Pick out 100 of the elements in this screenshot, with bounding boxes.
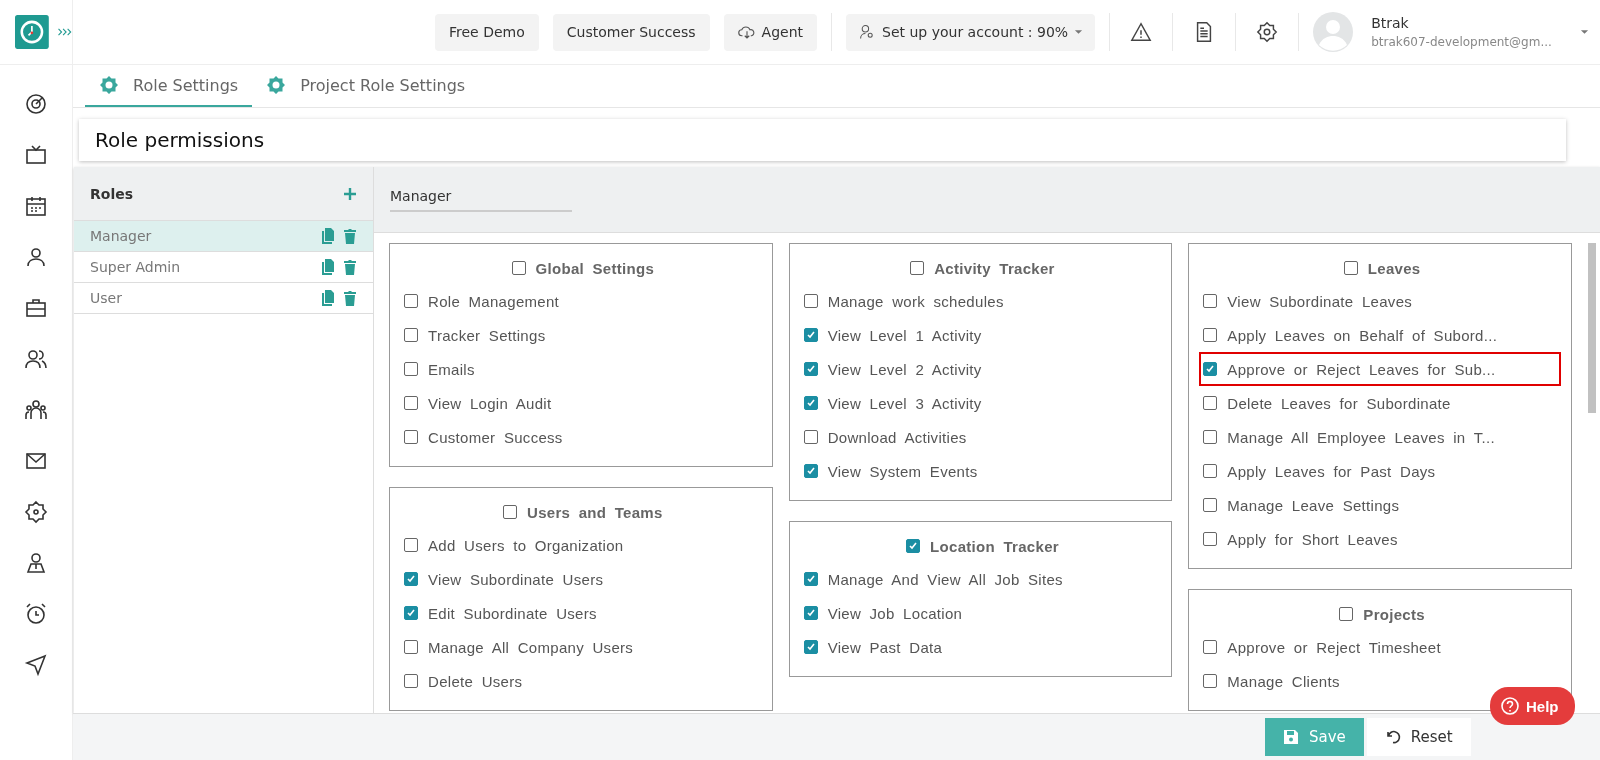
trash-icon[interactable] — [343, 228, 357, 244]
permission-label: Apply Leaves for Past Days — [1227, 462, 1436, 480]
copy-icon[interactable] — [321, 228, 335, 244]
checkbox[interactable] — [1203, 362, 1218, 376]
permission-label: Delete Users — [428, 672, 523, 690]
group-title: Projects — [1363, 605, 1425, 623]
gear-icon[interactable] — [24, 500, 48, 524]
checkbox[interactable] — [803, 294, 818, 308]
copy-icon[interactable] — [321, 259, 335, 275]
checkbox[interactable] — [404, 328, 418, 342]
alarm-icon[interactable] — [24, 602, 48, 626]
checkbox[interactable] — [404, 674, 418, 688]
role-name-field[interactable]: Manager — [390, 187, 572, 212]
trash-icon[interactable] — [343, 259, 357, 275]
send-icon[interactable] — [24, 653, 48, 677]
trash-icon[interactable] — [343, 290, 357, 306]
checkbox[interactable] — [803, 430, 818, 444]
calendar-icon[interactable] — [24, 194, 48, 218]
checkbox[interactable] — [1203, 674, 1218, 688]
group-title: Global Settings — [535, 259, 655, 277]
checkbox[interactable] — [1203, 532, 1218, 546]
group-title: Leaves — [1367, 259, 1421, 277]
permission-label: View Login Audit — [428, 394, 552, 412]
checkbox[interactable] — [803, 396, 818, 410]
checkbox[interactable] — [803, 640, 818, 654]
checkbox[interactable] — [1203, 328, 1218, 342]
permission-label: Apply for Short Leaves — [1227, 530, 1398, 548]
role-item[interactable]: User — [74, 283, 373, 314]
permission-label: Delete Leaves for Subordinate — [1227, 394, 1451, 412]
permission-label: View Subordinate Leaves — [1227, 292, 1413, 310]
checkbox[interactable] — [511, 261, 526, 275]
account-setup-button[interactable]: Set up your account : 90% — [846, 13, 1096, 51]
permission-label: Approve or Reject Leaves for Sub... — [1227, 360, 1496, 378]
permission-label: View Subordinate Users — [428, 570, 604, 588]
question-icon — [1500, 696, 1520, 716]
briefcase-icon[interactable] — [24, 296, 48, 320]
checkbox[interactable] — [906, 539, 921, 553]
checkbox[interactable] — [803, 362, 818, 376]
checkbox[interactable] — [1203, 640, 1218, 654]
permission-label: Customer Success — [428, 428, 563, 446]
checkbox[interactable] — [404, 606, 418, 620]
checkbox[interactable] — [1203, 430, 1218, 444]
checkbox[interactable] — [404, 396, 418, 410]
checkbox[interactable] — [803, 464, 818, 478]
checkbox[interactable] — [1203, 498, 1218, 512]
checkbox[interactable] — [803, 328, 818, 342]
badge-icon[interactable] — [24, 551, 48, 575]
permission-label: Tracker Settings — [428, 326, 546, 344]
permission-label: Download Activities — [827, 428, 967, 446]
permission-label: Manage All Company Users — [428, 638, 634, 656]
checkbox[interactable] — [1343, 261, 1358, 275]
role-item[interactable]: Manager — [74, 221, 373, 252]
help-button[interactable]: Help — [1490, 687, 1575, 725]
checkbox[interactable] — [1203, 396, 1218, 410]
checkbox[interactable] — [404, 640, 418, 654]
group-icon[interactable] — [24, 398, 48, 422]
permission-label: Emails — [428, 360, 475, 378]
tab[interactable]: Role Settings — [85, 65, 253, 107]
gear-icon — [99, 75, 119, 95]
role-item[interactable]: Super Admin — [74, 252, 373, 283]
checkbox[interactable] — [1339, 607, 1354, 621]
permission-label: Manage Clients — [1227, 672, 1340, 690]
checkbox[interactable] — [803, 606, 818, 620]
settings-icon[interactable] — [1256, 21, 1279, 43]
header-button[interactable]: Free Demo — [435, 13, 539, 51]
tv-icon[interactable] — [24, 143, 48, 167]
permission-label: Manage work schedules — [827, 292, 1004, 310]
checkbox[interactable] — [1203, 464, 1218, 478]
user-email: btrak607-development@gm... — [1371, 35, 1552, 49]
clock-logo-icon[interactable] — [15, 12, 49, 52]
tab[interactable]: Project Role Settings — [252, 65, 480, 107]
permission-label: View System Events — [827, 462, 978, 480]
people-icon[interactable] — [24, 347, 48, 371]
save-icon — [1283, 729, 1299, 745]
warning-icon[interactable] — [1130, 21, 1153, 43]
target-icon[interactable] — [24, 92, 48, 116]
checkbox[interactable] — [803, 572, 818, 586]
copy-icon[interactable] — [321, 290, 335, 306]
permission-label: View Past Data — [827, 638, 943, 656]
agent-button[interactable]: Agent — [723, 13, 818, 51]
add-icon[interactable] — [343, 186, 357, 201]
checkbox[interactable] — [910, 261, 925, 275]
checkbox[interactable] — [1203, 294, 1218, 308]
caret-icon[interactable] — [1579, 29, 1589, 35]
reset-button[interactable]: Reset — [1366, 718, 1471, 756]
person-icon[interactable] — [24, 245, 48, 269]
checkbox[interactable] — [404, 430, 418, 444]
permission-label: Role Management — [428, 292, 560, 310]
group-title: Users and Teams — [527, 503, 663, 521]
roles-heading: Roles — [90, 185, 134, 202]
header-button[interactable]: Customer Success — [552, 13, 710, 51]
permission-label: Approve or Reject Timesheet — [1227, 638, 1441, 656]
checkbox[interactable] — [404, 362, 418, 376]
permission-label: View Level 1 Activity — [827, 326, 982, 344]
expand-chevrons-icon[interactable] — [56, 26, 72, 38]
checkbox[interactable] — [404, 538, 418, 552]
checkbox[interactable] — [404, 572, 418, 586]
checkbox[interactable] — [503, 505, 517, 519]
permission-label: Apply Leaves on Behalf of Subord... — [1227, 326, 1498, 344]
checkbox[interactable] — [404, 294, 418, 308]
